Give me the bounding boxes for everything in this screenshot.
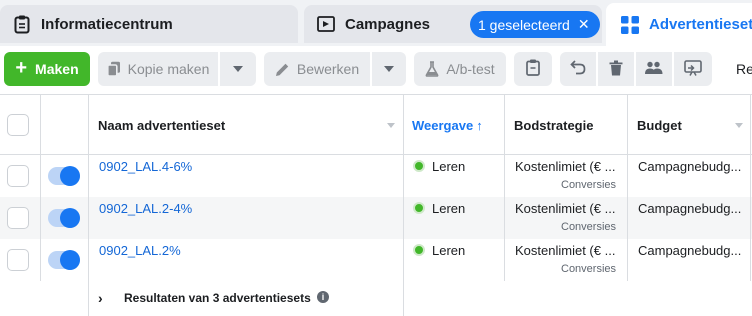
column-header-name[interactable]: Naam advertentieset [98, 95, 398, 155]
bid-strategy: Kostenlimiet (€ ... [515, 242, 616, 258]
tab-label: Advertentiesets [649, 16, 752, 33]
select-all-checkbox[interactable] [7, 114, 29, 136]
chevron-down-icon [233, 66, 243, 72]
toggle-knob [60, 208, 80, 228]
column-header-label: Weergave [412, 117, 474, 133]
column-header-delivery[interactable]: Weergave ↑ [412, 95, 502, 155]
adset-name-link[interactable]: 0902_LAL.4-6% [99, 157, 192, 175]
undo-icon [570, 60, 586, 78]
tab-bar: Informatiecentrum Campagnes 1 geselectee… [0, 0, 752, 46]
row-checkbox[interactable] [7, 207, 29, 229]
column-header-label: Bodstrategie [514, 117, 594, 133]
row-checkbox[interactable] [7, 165, 29, 187]
delivery-label: Leren [432, 158, 466, 174]
edit-label: Bewerken [296, 61, 360, 77]
results-summary-label: Resultaten van 3 advertentiesets [124, 291, 311, 305]
column-divider [40, 95, 41, 281]
share-icon [684, 59, 702, 79]
budget-value: Campagnebudg... [638, 242, 742, 258]
duplicate-icon [106, 61, 121, 77]
duplicate-button[interactable]: Kopie maken [98, 52, 218, 86]
sort-caret-icon[interactable] [735, 123, 743, 128]
row-checkbox[interactable] [7, 249, 29, 271]
share-button[interactable] [674, 52, 712, 86]
clipboard-button[interactable] [514, 52, 552, 86]
status-dot-icon [413, 202, 425, 214]
toggle-knob [60, 166, 80, 186]
tab-label: Informatiecentrum [41, 15, 173, 33]
column-header-label: Budget [637, 117, 682, 133]
campaign-flag-icon [316, 14, 336, 34]
create-label: Maken [35, 61, 79, 77]
info-icon[interactable]: i [317, 291, 329, 303]
selection-pill[interactable]: 1 geselecteerd ✕ [470, 11, 600, 38]
results-summary-row[interactable]: › Resultaten van 3 advertentiesets i [0, 281, 752, 316]
toggle-knob [60, 250, 80, 270]
people-icon [645, 61, 663, 78]
bid-strategy: Kostenlimiet (€ ... [515, 158, 616, 174]
delete-button[interactable] [598, 52, 634, 86]
audience-button[interactable] [636, 52, 672, 86]
overflow-button[interactable]: Re [728, 52, 752, 86]
adsets-table: Naam advertentieset Weergave ↑ Bodstrate… [0, 94, 752, 316]
ab-test-label: A/b-test [446, 61, 495, 77]
column-divider [88, 95, 89, 316]
bid-strategy-sub: Conversies [561, 179, 617, 191]
column-header-bid-strategy[interactable]: Bodstrategie [514, 95, 624, 155]
delivery-label: Leren [432, 200, 466, 216]
delivery-label: Leren [432, 242, 466, 258]
column-divider [750, 95, 751, 281]
column-header-label: Naam advertentieset [98, 117, 226, 133]
toolbar: + Maken Kopie maken Bewerken A/b-test Re [0, 46, 752, 94]
row-toggle[interactable] [48, 166, 80, 186]
duplicate-dropdown-button[interactable] [220, 52, 256, 86]
column-header-budget[interactable]: Budget [637, 95, 727, 155]
delivery-status: Leren [413, 241, 465, 259]
ab-test-button[interactable]: A/b-test [414, 52, 506, 86]
close-icon[interactable]: ✕ [578, 16, 590, 33]
delivery-status: Leren [413, 199, 465, 217]
table-row[interactable]: 0902_LAL.2% Leren Kostenlimiet (€ ... Co… [0, 239, 752, 281]
edit-button[interactable]: Bewerken [264, 52, 370, 86]
budget-value: Campagnebudg... [638, 200, 742, 216]
bid-strategy-sub: Conversies [561, 263, 617, 275]
column-divider [504, 95, 505, 281]
bid-strategy: Kostenlimiet (€ ... [515, 200, 616, 216]
clipboard-icon [526, 59, 540, 79]
pencil-icon [275, 62, 290, 77]
chevron-down-icon [384, 66, 394, 72]
status-dot-icon [413, 160, 425, 172]
column-divider [403, 95, 404, 316]
trash-icon [609, 60, 623, 79]
row-toggle[interactable] [48, 208, 80, 228]
tab-advertentiesets[interactable]: Advertentiesets [606, 3, 752, 46]
adset-name-link[interactable]: 0902_LAL.2% [99, 241, 181, 259]
delivery-status: Leren [413, 157, 465, 175]
overflow-label: Re [736, 61, 752, 77]
table-row[interactable]: 0902_LAL.2-4% Leren Kostenlimiet (€ ... … [0, 197, 752, 239]
tab-informatiecentrum[interactable]: Informatiecentrum [0, 5, 298, 43]
duplicate-label: Kopie maken [127, 61, 210, 77]
tab-label: Campagnes [345, 15, 431, 33]
column-divider [627, 95, 628, 281]
chevron-right-icon[interactable]: › [98, 290, 103, 306]
budget-value: Campagnebudg... [638, 158, 742, 174]
undo-button[interactable] [560, 52, 596, 86]
status-dot-icon [413, 244, 425, 256]
table-row[interactable]: 0902_LAL.4-6% Leren Kostenlimiet (€ ... … [0, 155, 752, 197]
selection-count: 1 geselecteerd [478, 16, 570, 33]
edit-dropdown-button[interactable] [372, 52, 406, 86]
sort-ascending-icon: ↑ [476, 117, 483, 133]
flask-icon [425, 61, 439, 77]
sort-caret-icon[interactable] [387, 123, 395, 128]
grid-icon [620, 15, 640, 35]
table-header-row: Naam advertentieset Weergave ↑ Bodstrate… [0, 95, 752, 155]
adset-name-link[interactable]: 0902_LAL.2-4% [99, 199, 192, 217]
bid-strategy-sub: Conversies [561, 221, 617, 233]
create-button[interactable]: + Maken [4, 52, 90, 86]
clipboard-icon [12, 14, 32, 34]
plus-icon: + [15, 56, 28, 79]
row-toggle[interactable] [48, 250, 80, 270]
